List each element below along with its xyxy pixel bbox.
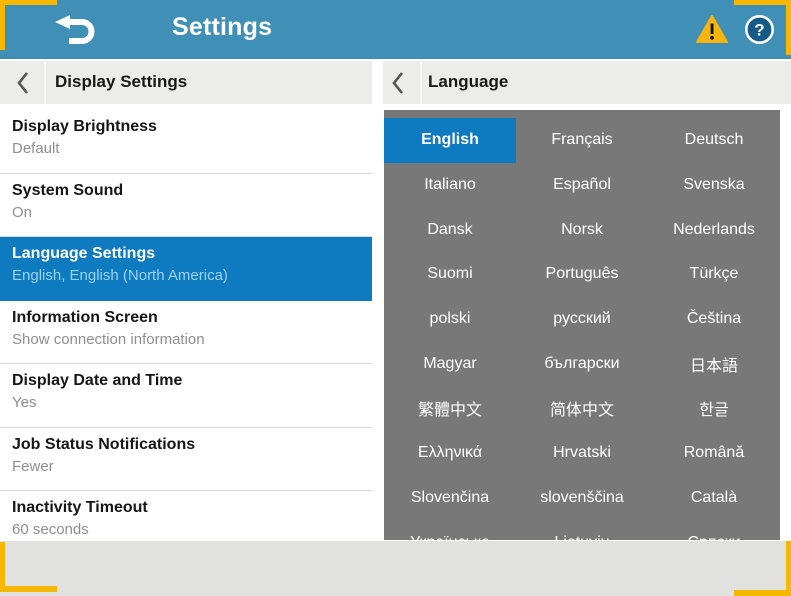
list-item-job-status-notifications[interactable]: Job Status Notifications Fewer	[0, 428, 372, 492]
item-label: Job Status Notifications	[12, 434, 362, 456]
language-option[interactable]: Hrvatski	[516, 431, 648, 476]
corner-marker-bottom-left	[0, 586, 57, 592]
display-settings-list: Display Brightness Default System Sound …	[0, 110, 372, 540]
language-option[interactable]: 日本語	[648, 341, 780, 386]
right-panel-title: Language	[428, 72, 508, 92]
corner-marker-top-left	[0, 0, 5, 50]
header-divider	[44, 61, 46, 104]
language-option[interactable]: 繁體中文	[384, 386, 516, 431]
language-option[interactable]: Čeština	[648, 297, 780, 342]
list-item-display-date-time[interactable]: Display Date and Time Yes	[0, 364, 372, 428]
printer-front-panel: Settings ? Display Settings Language	[0, 0, 791, 596]
language-option[interactable]: Svenska	[648, 163, 780, 208]
language-option[interactable]: Español	[516, 163, 648, 208]
back-chevron-button[interactable]	[391, 71, 405, 95]
item-label: Display Date and Time	[12, 370, 362, 392]
corner-marker-bottom-right	[786, 541, 791, 596]
footer-strip	[0, 541, 791, 596]
language-option[interactable]: Català	[648, 476, 780, 521]
page-title: Settings	[172, 13, 272, 42]
list-item-language-settings[interactable]: Language Settings English, English (Nort…	[0, 237, 372, 301]
left-panel-title: Display Settings	[55, 72, 187, 92]
language-option[interactable]: Magyar	[384, 341, 516, 386]
item-label: System Sound	[12, 180, 362, 202]
language-option[interactable]: Türkçe	[648, 252, 780, 297]
language-option[interactable]: Português	[516, 252, 648, 297]
language-option[interactable]: Suomi	[384, 252, 516, 297]
item-value: Yes	[12, 392, 362, 414]
item-label: Display Brightness	[12, 116, 362, 138]
back-undo-arrow-icon	[54, 32, 100, 49]
back-chevron-button[interactable]	[16, 71, 30, 95]
language-option[interactable]: polski	[384, 297, 516, 342]
item-label: Language Settings	[12, 243, 362, 265]
language-option[interactable]: Slovenčina	[384, 476, 516, 521]
language-option[interactable]: Українська	[384, 520, 516, 540]
item-value: Show connection information	[12, 329, 362, 351]
language-option[interactable]: русский	[516, 297, 648, 342]
language-option[interactable]: slovenščina	[516, 476, 648, 521]
back-button[interactable]	[54, 15, 100, 45]
language-option-english[interactable]: English	[384, 118, 516, 163]
display-settings-header: Display Settings	[0, 61, 372, 104]
item-value: English, English (North America)	[12, 265, 362, 287]
language-option[interactable]: Dansk	[384, 207, 516, 252]
corner-marker-top-right	[734, 0, 791, 5]
language-header: Language	[383, 61, 791, 104]
corner-marker-top-right	[786, 0, 791, 55]
top-bar: Settings ?	[0, 0, 791, 59]
language-option[interactable]: Ελληνικά	[384, 431, 516, 476]
language-option[interactable]: 한글	[648, 386, 780, 431]
list-item-system-sound[interactable]: System Sound On	[0, 174, 372, 238]
language-option[interactable]: Français	[516, 118, 648, 163]
corner-marker-bottom-left	[0, 542, 5, 592]
language-option[interactable]: Nederlands	[648, 207, 780, 252]
warning-triangle-icon[interactable]	[696, 15, 728, 45]
language-option[interactable]: български	[516, 341, 648, 386]
list-item-inactivity-timeout[interactable]: Inactivity Timeout 60 seconds	[0, 491, 372, 540]
item-value: Fewer	[12, 456, 362, 478]
language-option[interactable]: Deutsch	[648, 118, 780, 163]
header-divider	[420, 61, 422, 104]
question-mark-glyph: ?	[754, 21, 764, 40]
help-button[interactable]: ?	[744, 14, 775, 45]
language-option[interactable]: Lietuvių	[516, 520, 648, 540]
item-value: Default	[12, 138, 362, 160]
language-grid: English Français Deutsch Italiano Españo…	[384, 110, 780, 540]
language-option[interactable]: Română	[648, 431, 780, 476]
item-label: Information Screen	[12, 307, 362, 329]
corner-marker-top-left	[0, 0, 57, 5]
list-item-information-screen[interactable]: Information Screen Show connection infor…	[0, 301, 372, 365]
item-value: On	[12, 202, 362, 224]
language-option[interactable]: Српски	[648, 520, 780, 540]
item-label: Inactivity Timeout	[12, 497, 362, 519]
language-option[interactable]: 简体中文	[516, 386, 648, 431]
language-option[interactable]: Italiano	[384, 163, 516, 208]
item-value: 60 seconds	[12, 519, 362, 540]
list-item-display-brightness[interactable]: Display Brightness Default	[0, 110, 372, 174]
language-option[interactable]: Norsk	[516, 207, 648, 252]
corner-marker-bottom-right	[734, 590, 791, 596]
